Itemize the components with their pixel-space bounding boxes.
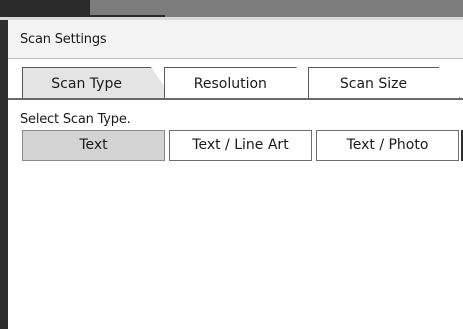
- tab-label: Scan Size: [339, 76, 408, 92]
- tab-divider: [8, 98, 463, 100]
- tab-resolution[interactable]: Resolution: [164, 67, 318, 98]
- scan-type-prompt: Select Scan Type.: [20, 112, 131, 127]
- left-frame-edge: [0, 20, 8, 329]
- tab-scan-size[interactable]: Scan Size: [308, 67, 460, 98]
- screen: Scan Settings Scan Type Resolution Scan …: [0, 0, 463, 329]
- tab-scan-type[interactable]: Scan Type: [22, 67, 172, 98]
- top-frame-strip: [0, 0, 463, 20]
- scan-type-text-line-art-button[interactable]: Text / Line Art: [169, 130, 312, 161]
- scan-type-text-button[interactable]: Text: [22, 130, 165, 161]
- window-title: Scan Settings: [20, 32, 107, 47]
- scan-type-text-photo-button[interactable]: Text / Photo: [316, 130, 459, 161]
- scan-settings-window: Scan Settings Scan Type Resolution Scan …: [8, 20, 463, 329]
- tab-label: Resolution: [193, 76, 267, 92]
- tab-label: Scan Type: [51, 76, 122, 92]
- title-bar: Scan Settings: [8, 20, 463, 59]
